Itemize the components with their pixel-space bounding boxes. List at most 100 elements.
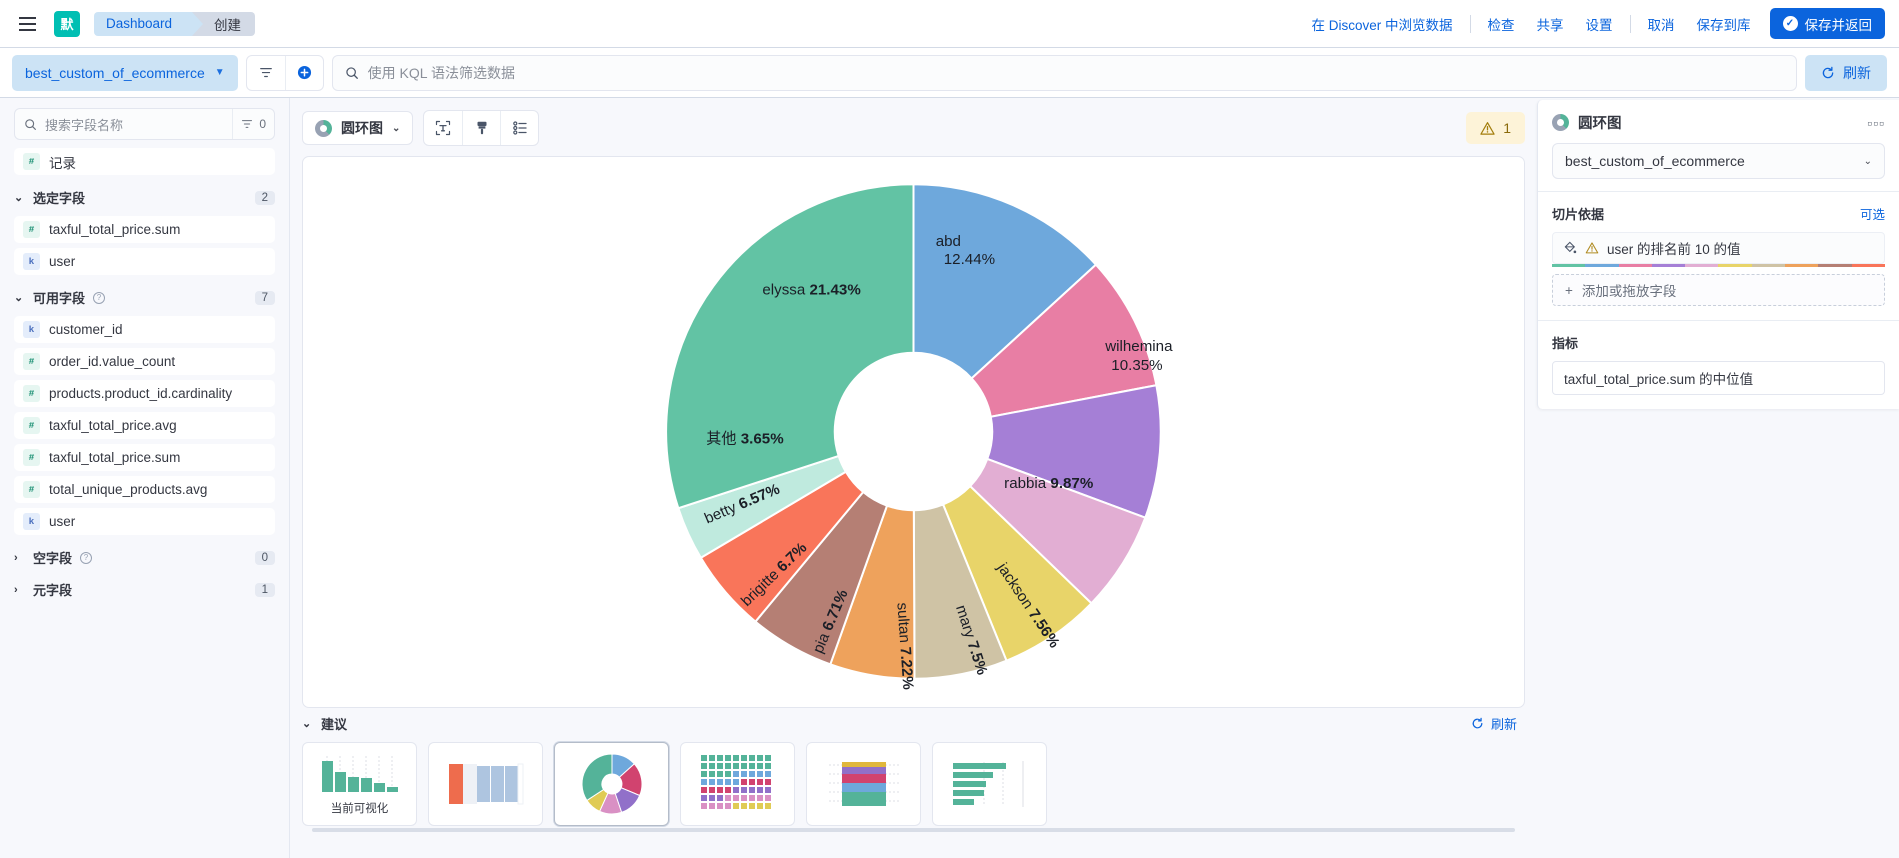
- slice-by-header: 切片依据 可选: [1552, 204, 1885, 223]
- chevron-down-icon: ⌄: [14, 292, 24, 304]
- field-row-available-6[interactable]: k user: [14, 508, 275, 535]
- field-row-available-5[interactable]: # total_unique_products.avg: [14, 476, 275, 503]
- suggestion-stacked-bar[interactable]: [428, 742, 543, 826]
- stacked-bar-icon: [448, 763, 523, 805]
- field-row-available-3[interactable]: # taxful_total_price.avg: [14, 412, 275, 439]
- suggestion-donut[interactable]: [554, 742, 669, 826]
- suggestions-refresh-button[interactable]: 刷新: [1471, 714, 1525, 733]
- section-empty-fields[interactable]: › 空字段 ? 0: [14, 548, 275, 567]
- donut-chart[interactable]: abd 12.44% wilhemina 10.35% rabbia 9.87%…: [303, 157, 1524, 707]
- field-label: taxful_total_price.sum: [49, 450, 181, 465]
- chevron-down-icon: ⌄: [392, 122, 401, 134]
- suggestion-current-visualization[interactable]: 当前可视化: [302, 742, 417, 826]
- field-row-selected-0[interactable]: # taxful_total_price.sum: [14, 216, 275, 243]
- chevron-right-icon: ›: [14, 551, 18, 564]
- breadcrumb-dashboard[interactable]: Dashboard: [94, 11, 204, 36]
- config-panel: 圆环图 ▫▫▫ best_custom_of_ecommerce ⌄ 切片依据 …: [1537, 100, 1899, 409]
- paintbrush-icon[interactable]: [462, 111, 500, 145]
- horizontal-bar-icon: [952, 761, 1023, 807]
- field-filter-count: 0: [259, 117, 266, 131]
- donut-chart-icon: [581, 753, 642, 815]
- suggestions-refresh-label: 刷新: [1490, 717, 1517, 732]
- metric-value-label: taxful_total_price.sum 的中位值: [1564, 372, 1754, 387]
- field-label: products.product_id.cardinality: [49, 386, 233, 401]
- field-label: customer_id: [49, 322, 123, 337]
- section-count: 7: [254, 290, 275, 305]
- help-icon[interactable]: ?: [93, 291, 106, 304]
- main-content: 搜索字段名称 0 # 记录 ⌄ 选定字段 2 # taxful_total_pr…: [0, 98, 1899, 858]
- slice-dimension-wrapper: user 的排名前 10 的值: [1552, 232, 1885, 267]
- suggestions-header[interactable]: ⌄ 建议 刷新: [302, 714, 1525, 733]
- config-data-view-label: best_custom_of_ecommerce: [1565, 153, 1745, 169]
- settings-link[interactable]: 设置: [1575, 14, 1624, 34]
- slice-elyssa[interactable]: [665, 183, 915, 510]
- inspect-link[interactable]: 检查: [1477, 14, 1526, 34]
- field-row-available-0[interactable]: k customer_id: [14, 316, 275, 343]
- share-link[interactable]: 共享: [1526, 14, 1575, 34]
- header-actions: 在 Discover 中浏览数据 检查 共享 设置 取消 保存到库 ✓ 保存并返…: [1300, 8, 1885, 39]
- header-divider-1: [1469, 14, 1471, 33]
- field-type-number-icon: #: [23, 385, 40, 402]
- field-type-string-icon: k: [23, 321, 40, 338]
- filter-icon: [242, 120, 253, 128]
- section-meta-fields[interactable]: › 元字段 1: [14, 580, 275, 599]
- save-and-return-button[interactable]: ✓ 保存并返回: [1769, 8, 1885, 39]
- suggestion-label: 当前可视化: [330, 803, 389, 815]
- section-available-fields[interactable]: ⌄ 可用字段 ? 7: [14, 288, 275, 307]
- metric-dimension-button[interactable]: taxful_total_price.sum 的中位值: [1552, 361, 1885, 395]
- explore-in-discover-link[interactable]: 在 Discover 中浏览数据: [1300, 14, 1463, 34]
- text-labels-icon[interactable]: [424, 111, 462, 145]
- field-label: user: [49, 514, 76, 529]
- section-selected-fields[interactable]: ⌄ 选定字段 2: [14, 188, 275, 207]
- chevron-down-icon: ⌄: [14, 192, 24, 204]
- palette-icon: [1564, 241, 1577, 254]
- refresh-icon: [1472, 717, 1483, 729]
- field-row-available-2[interactable]: # products.product_id.cardinality: [14, 380, 275, 407]
- field-row-available-4[interactable]: # taxful_total_price.sum: [14, 444, 275, 471]
- help-icon[interactable]: ?: [80, 551, 93, 564]
- suggestion-waffle[interactable]: [680, 742, 795, 826]
- save-to-library-link[interactable]: 保存到库: [1686, 14, 1762, 34]
- add-or-drop-field-dropzone[interactable]: + 添加或拖放字段: [1552, 274, 1885, 306]
- kql-search-input[interactable]: 使用 KQL 语法筛选数据: [331, 54, 1797, 91]
- data-view-selector[interactable]: best_custom_of_ecommerce ▼: [12, 54, 238, 91]
- field-row-selected-1[interactable]: k user: [14, 248, 275, 275]
- field-search-input[interactable]: 搜索字段名称 0: [14, 108, 275, 140]
- suggestions-scrollbar[interactable]: [312, 828, 1515, 832]
- legend-settings-icon[interactable]: [500, 111, 538, 145]
- more-options-icon[interactable]: ▫▫▫: [1867, 115, 1885, 131]
- field-filter-button[interactable]: 0: [232, 109, 274, 139]
- refresh-button[interactable]: 刷新: [1805, 54, 1887, 91]
- section-count: 0: [254, 550, 275, 565]
- slice-dimension-button[interactable]: user 的排名前 10 的值: [1552, 232, 1885, 264]
- space-avatar[interactable]: 默: [54, 10, 80, 37]
- suggestion-stacked-column[interactable]: [806, 742, 921, 826]
- field-row-available-1[interactable]: # order_id.value_count: [14, 348, 275, 375]
- label-text-abd: abd: [936, 233, 961, 250]
- slice-by-label: 切片依据: [1552, 207, 1605, 222]
- warnings-badge[interactable]: 1: [1466, 112, 1525, 144]
- refresh-icon: [1822, 66, 1834, 78]
- field-type-number-icon: #: [23, 417, 40, 434]
- label-text-wilhemina: wilhemina: [1104, 338, 1173, 355]
- chevron-down-icon: ▼: [214, 67, 225, 78]
- filter-icon[interactable]: [247, 56, 285, 90]
- field-label: 记录: [49, 155, 76, 171]
- suggestion-horizontal-bar[interactable]: [932, 742, 1047, 826]
- config-data-view-selector[interactable]: best_custom_of_ecommerce ⌄: [1552, 143, 1885, 179]
- hamburger-menu-icon[interactable]: [14, 11, 40, 37]
- field-label: taxful_total_price.avg: [49, 418, 177, 433]
- chart-panel[interactable]: abd 12.44% wilhemina 10.35% rabbia 9.87%…: [302, 156, 1525, 708]
- slice-label-rabbia: rabbia 9.87%: [1004, 475, 1094, 492]
- slice-dimension-label: user 的排名前 10 的值: [1607, 242, 1741, 257]
- plus-icon: +: [1565, 282, 1573, 298]
- config-panel-header: 圆环图 ▫▫▫: [1538, 100, 1899, 143]
- save-and-return-label: 保存并返回: [1804, 17, 1873, 33]
- cancel-link[interactable]: 取消: [1637, 14, 1686, 34]
- top-header: 默 Dashboard 创建 在 Discover 中浏览数据 检查 共享 设置…: [0, 0, 1899, 48]
- field-row-records[interactable]: # 记录: [14, 148, 275, 175]
- field-search-placeholder: 搜索字段名称: [45, 117, 124, 133]
- visualization-type-selector[interactable]: 圆环图 ⌄: [302, 111, 414, 145]
- chevron-down-icon: ⌄: [302, 718, 312, 730]
- add-filter-icon[interactable]: [284, 55, 323, 90]
